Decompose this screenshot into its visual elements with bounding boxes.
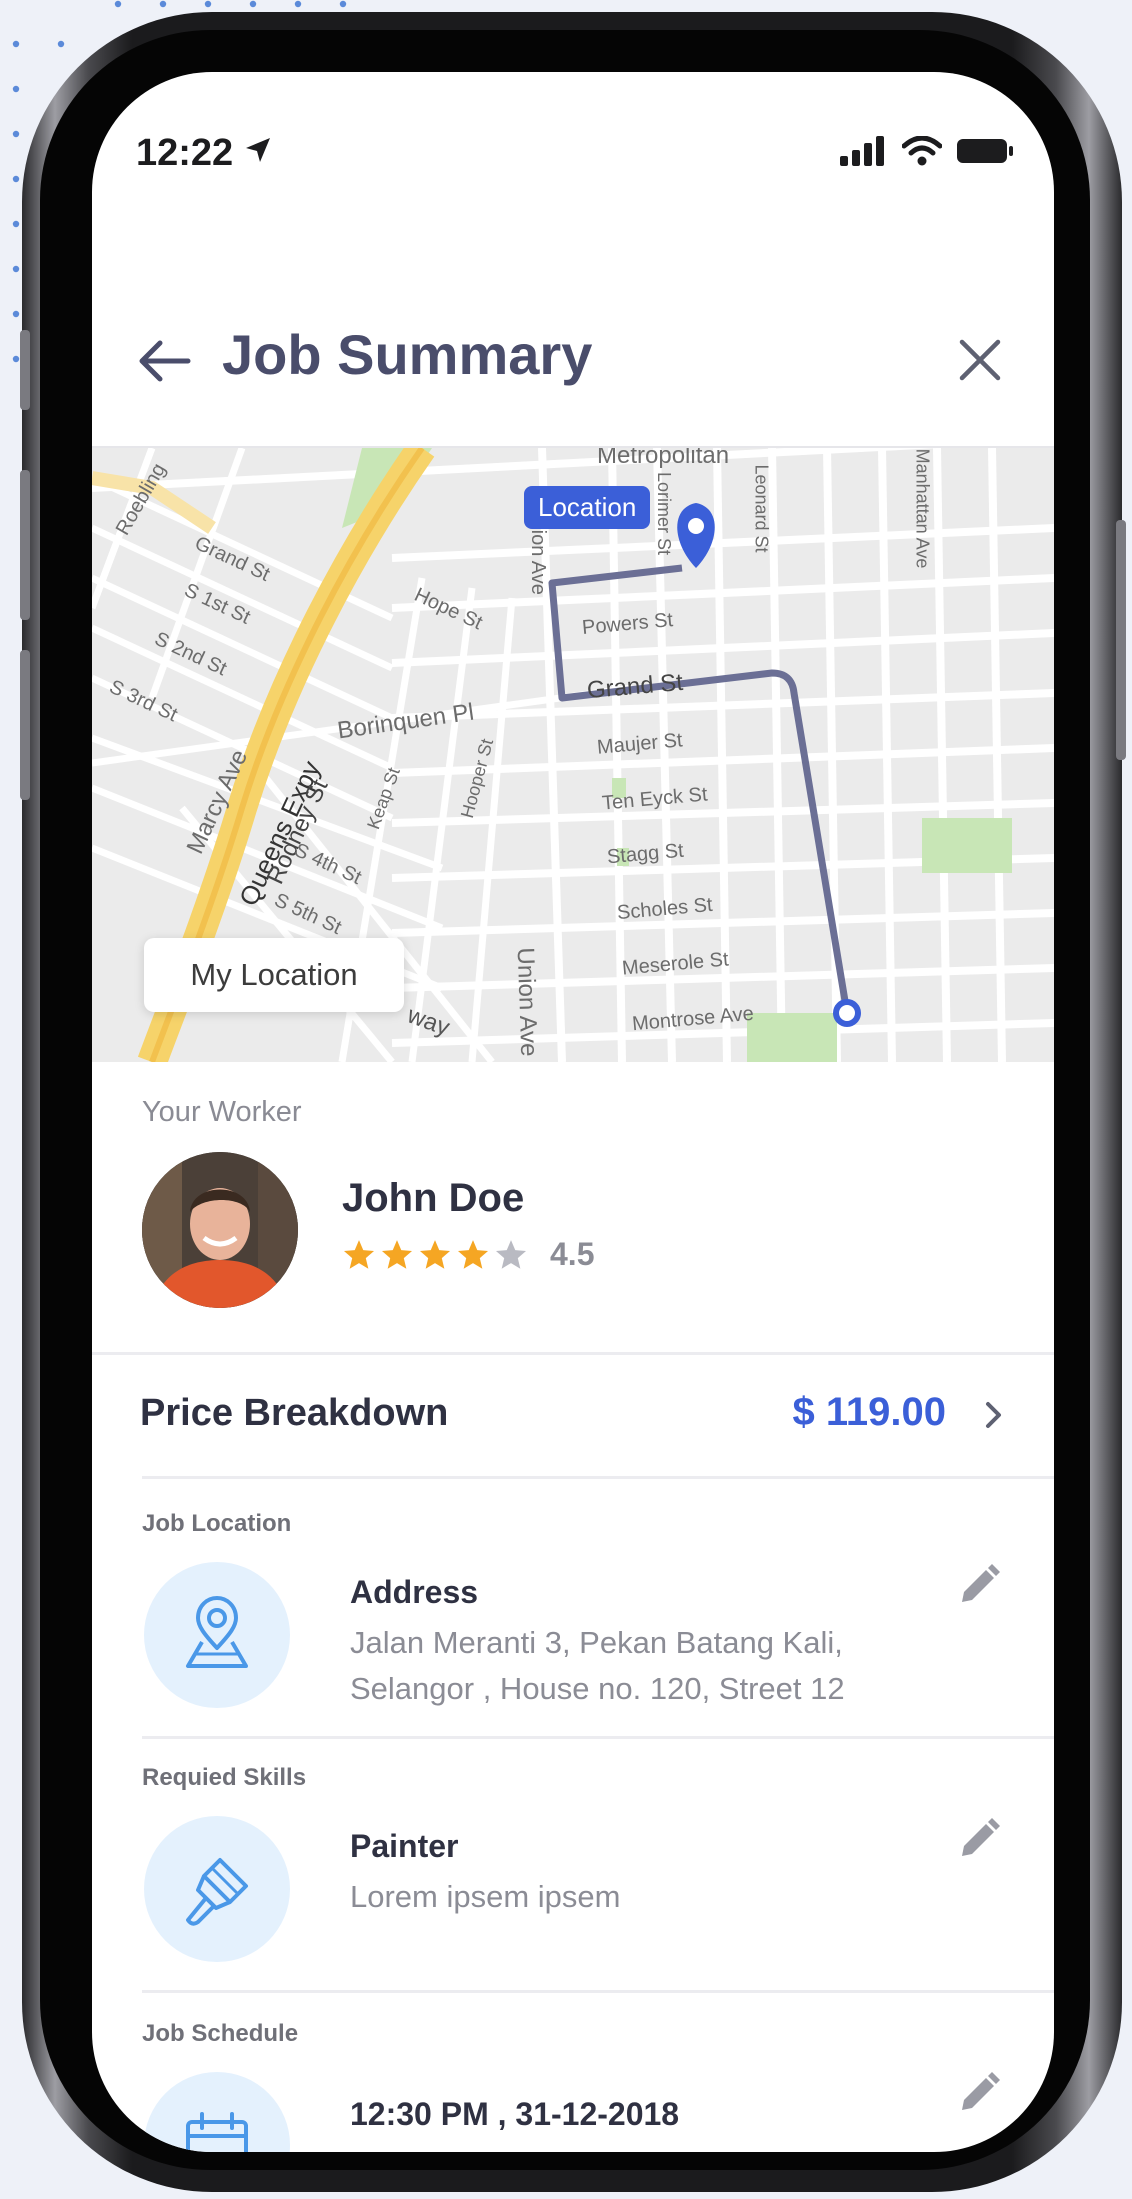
skills-icon-circle (144, 1816, 290, 1962)
phone-mute-switch (20, 330, 30, 410)
map-label-leonard: Leonard St (751, 464, 772, 553)
map-label-manhattan: Manhattan Ave (912, 448, 933, 569)
status-time: 12:22 (136, 132, 234, 174)
wifi-icon (902, 136, 942, 166)
page-title: Job Summary (222, 323, 593, 386)
worker-heading: Your Worker (142, 1096, 302, 1128)
location-divider (142, 1736, 1054, 1739)
location-icon-circle (144, 1562, 290, 1708)
chevron-right-icon[interactable] (984, 1400, 1004, 1430)
map-label-union-bottom: Union Ave (511, 947, 543, 1057)
worker-name: John Doe (342, 1176, 525, 1220)
status-icons (840, 136, 1014, 166)
calendar-icon (186, 2112, 248, 2152)
job-schedule-label: Job Schedule (142, 2020, 299, 2047)
back-arrow-icon[interactable] (136, 338, 192, 384)
star-empty-icon (495, 1239, 527, 1269)
cellular-signal-icon (840, 136, 884, 166)
worker-divider (92, 1352, 1054, 1355)
location-tag: Location (524, 486, 651, 529)
phone-power-button (1116, 520, 1126, 760)
skill-title: Painter (350, 1828, 459, 1864)
location-arrow-icon (246, 138, 270, 162)
edit-pencil-icon[interactable] (954, 2070, 1002, 2118)
paint-brush-icon (186, 1858, 248, 1926)
map-label-metropolitan: Metropolitan (597, 448, 730, 469)
address-title: Address (350, 1574, 479, 1610)
phone-volume-up-button (20, 470, 30, 620)
star-filled-icon (457, 1239, 489, 1269)
worker-rating: 4.5 (342, 1236, 594, 1273)
route-map[interactable]: Metropolitan Roebling Grand St S 1st St … (92, 448, 1054, 1062)
status-bar: 12:22 (92, 72, 1054, 232)
page-header: Job Summary (92, 312, 1054, 422)
edit-pencil-icon[interactable] (954, 1562, 1002, 1610)
worker-avatar[interactable] (142, 1152, 298, 1308)
address-line-2: Selangor , House no. 120, Street 12 (350, 1671, 845, 1706)
edit-pencil-icon[interactable] (954, 1816, 1002, 1864)
star-filled-icon (419, 1239, 451, 1269)
price-breakdown-label[interactable]: Price Breakdown (140, 1392, 448, 1435)
skill-desc: Lorem ipsem ipsem (350, 1879, 621, 1914)
job-location-label: Job Location (142, 1510, 292, 1537)
my-location-button[interactable]: My Location (144, 938, 404, 1012)
schedule-title: 12:30 PM , 31-12-2018 (350, 2096, 680, 2132)
schedule-icon-circle (144, 2072, 290, 2152)
close-icon[interactable] (958, 338, 1002, 382)
price-amount[interactable]: $ 119.00 (793, 1390, 947, 1435)
address-line-1: Jalan Meranti 3, Pekan Batang Kali, (350, 1625, 843, 1660)
star-filled-icon (343, 1239, 375, 1269)
app-screen: 12:22 Job Summary Metropolitan Roebling … (92, 72, 1054, 2152)
star-filled-icon (381, 1239, 413, 1269)
map-label-lorimer: Lorimer St (654, 471, 675, 556)
battery-icon (957, 139, 1013, 163)
phone-volume-down-button (20, 650, 30, 800)
rating-value: 4.5 (550, 1236, 595, 1272)
required-skills-label: Requied Skills (142, 1764, 307, 1791)
skills-divider (142, 1990, 1054, 1993)
price-divider (142, 1476, 1054, 1479)
map-pin-icon (186, 1596, 248, 1668)
